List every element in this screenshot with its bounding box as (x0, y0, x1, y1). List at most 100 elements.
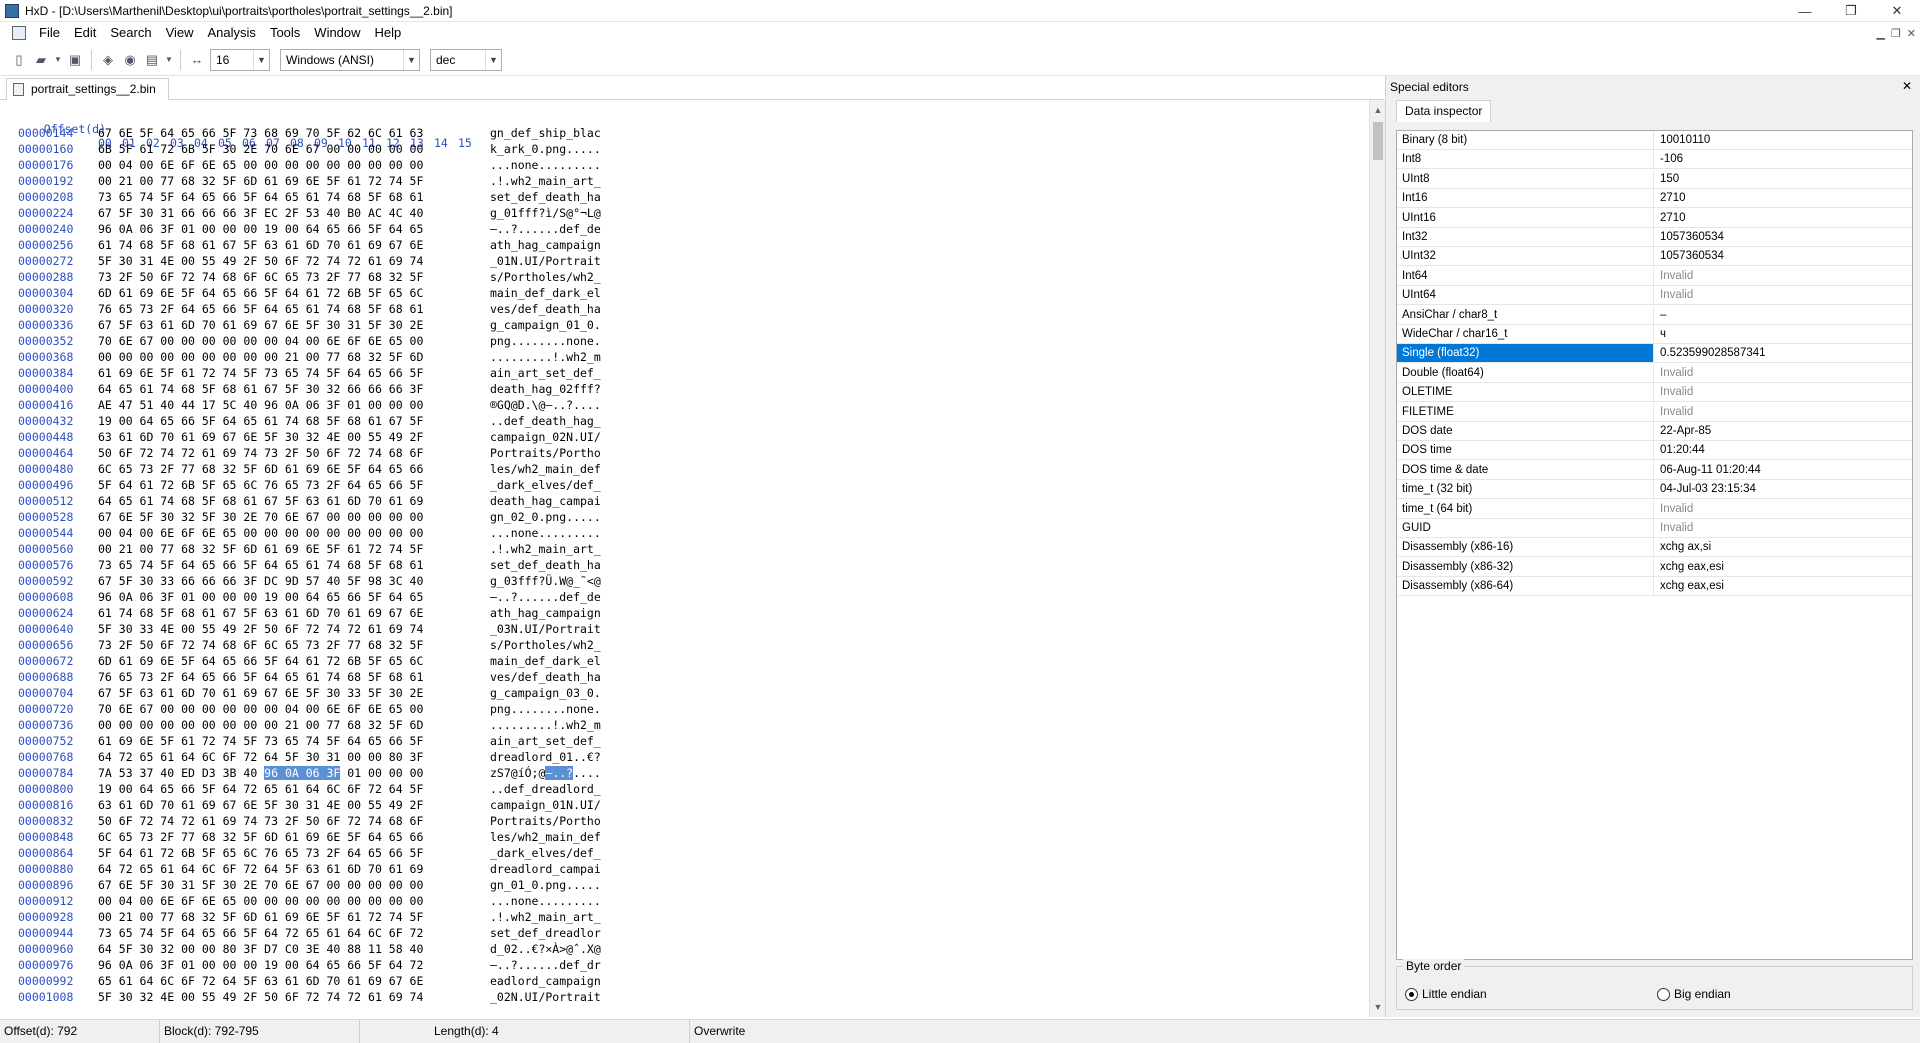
inspector-row[interactable]: GUID Invalid (1397, 519, 1912, 538)
ascii-text[interactable]: _02N.UI/Portrait (490, 990, 601, 1004)
inspector-value[interactable]: -106 (1655, 150, 1912, 168)
inspector-value[interactable]: 01:20:44 (1655, 441, 1912, 459)
tab-data-inspector[interactable]: Data inspector (1396, 100, 1492, 122)
save-icon[interactable]: ▣ (66, 51, 84, 69)
maximize-button[interactable]: ❐ (1828, 0, 1874, 22)
hex-bytes[interactable]: 96 0A 06 3F 01 00 00 00 19 00 64 65 66 5… (98, 222, 423, 236)
inspector-value[interactable]: 22-Apr-85 (1655, 422, 1912, 440)
ascii-text[interactable]: g_03fff?Ü.W@_˜<@ (490, 574, 601, 588)
inspector-row[interactable]: FILETIME Invalid (1397, 402, 1912, 422)
hex-bytes[interactable]: 63 61 6D 70 61 69 67 6E 5F 30 32 4E 00 5… (98, 430, 423, 444)
inspector-row[interactable]: Disassembly (x86-16) xchg ax,si (1397, 538, 1912, 558)
ascii-text[interactable]: _01N.UI/Portrait (490, 254, 601, 268)
inspector-value[interactable]: xchg eax,esi (1655, 577, 1912, 595)
charset-select[interactable]: Windows (ANSI) ▼ (280, 48, 420, 71)
ascii-text[interactable]: eadlord_campaign (490, 974, 601, 988)
ascii-text[interactable]: ves/def_death_ha (490, 670, 601, 684)
inspector-row[interactable]: UInt8 150 (1397, 169, 1912, 189)
hex-bytes[interactable]: 73 65 74 5F 64 65 66 5F 64 72 65 61 64 6… (98, 926, 423, 940)
hex-bytes[interactable]: 73 65 74 5F 64 65 66 5F 64 65 61 74 68 5… (98, 190, 423, 204)
hex-bytes[interactable]: AE 47 51 40 44 17 5C 40 96 0A 06 3F 01 0… (98, 398, 423, 412)
inspector-row[interactable]: DOS date 22-Apr-85 (1397, 422, 1912, 441)
hex-bytes[interactable]: 00 04 00 6E 6F 6E 65 00 00 00 00 00 00 0… (98, 158, 423, 172)
hex-bytes[interactable]: 76 65 73 2F 64 65 66 5F 64 65 61 74 68 5… (98, 302, 423, 316)
ascii-text[interactable]: ...none......... (490, 894, 601, 908)
menu-edit[interactable]: Edit (67, 22, 103, 44)
hex-bytes[interactable]: 00 00 00 00 00 00 00 00 00 21 00 77 68 3… (98, 718, 423, 732)
hex-bytes[interactable]: 6C 65 73 2F 77 68 32 5F 6D 61 69 6E 5F 6… (98, 462, 423, 476)
inspector-row[interactable]: Single (float32) 0.523599028587341 (1397, 344, 1912, 364)
hex-bytes[interactable]: 19 00 64 65 66 5F 64 65 61 74 68 5F 68 6… (98, 414, 423, 428)
tools-dropdown-icon[interactable]: ▼ (165, 51, 173, 69)
inspector-row[interactable]: Int32 1057360534 (1397, 228, 1912, 247)
scroll-down-icon[interactable]: ▼ (1370, 999, 1386, 1015)
hex-bytes[interactable]: 73 2F 50 6F 72 74 68 6F 6C 65 73 2F 77 6… (98, 270, 423, 284)
ascii-text[interactable]: Portraits/Portho (490, 814, 601, 828)
ascii-text[interactable]: set_def_death_ha (490, 558, 601, 572)
hex-bytes[interactable]: 5F 64 61 72 6B 5F 65 6C 76 65 73 2F 64 6… (98, 846, 423, 860)
inspector-value[interactable]: 1057360534 (1655, 247, 1912, 265)
ascii-text[interactable]: ...none......... (490, 526, 601, 540)
ascii-text[interactable]: –..?......def_de (490, 590, 601, 604)
ascii-text[interactable]: death_hag_campai (490, 494, 601, 508)
inspector-value[interactable]: Invalid (1655, 519, 1912, 537)
inspector-value[interactable]: xchg eax,esi (1655, 558, 1912, 576)
ascii-text[interactable]: ®GQ@D.\@–..?.... (490, 398, 601, 412)
inspector-value[interactable]: 150 (1655, 170, 1912, 188)
inspector-row[interactable]: Disassembly (x86-64) xchg eax,esi (1397, 577, 1912, 597)
menu-file[interactable]: File (32, 22, 67, 44)
inspector-value[interactable]: Invalid (1655, 286, 1912, 304)
ascii-text[interactable]: zS7@íÓ;@–..?.... (490, 766, 601, 780)
menu-view[interactable]: View (159, 22, 201, 44)
ascii-text[interactable]: ath_hag_campaign (490, 238, 601, 252)
ascii-text[interactable]: g_01fff?ì/S@°¬L@ (490, 206, 601, 220)
ascii-text[interactable]: s/Portholes/wh2_ (490, 270, 601, 284)
bytes-per-row-select[interactable]: 16 ▼ (210, 48, 270, 71)
ascii-text[interactable]: ..def_death_hag_ (490, 414, 601, 428)
ascii-text[interactable]: gn_def_ship_blac (490, 126, 601, 140)
ascii-text[interactable]: Portraits/Portho (490, 446, 601, 460)
ascii-text[interactable]: main_def_dark_el (490, 286, 601, 300)
hex-bytes[interactable]: 50 6F 72 74 72 61 69 74 73 2F 50 6F 72 7… (98, 446, 423, 460)
ascii-text[interactable]: campaign_01N.UI/ (490, 798, 601, 812)
hex-bytes[interactable]: 64 72 65 61 64 6C 6F 72 64 5F 63 61 6D 7… (98, 862, 423, 876)
hex-bytes[interactable]: 65 61 64 6C 6F 72 64 5F 63 61 6D 70 61 6… (98, 974, 423, 988)
inspector-value[interactable]: 10010110 (1655, 131, 1912, 149)
hex-bytes[interactable]: 64 65 61 74 68 5F 68 61 67 5F 30 32 66 6… (98, 382, 423, 396)
ascii-text[interactable]: –..?......def_dr (490, 958, 601, 972)
close-window-button[interactable]: ✕ (1874, 0, 1920, 22)
ascii-text[interactable]: .!.wh2_main_art_ (490, 910, 601, 924)
offset-base-select[interactable]: dec ▼ (430, 48, 502, 71)
hex-bytes[interactable]: 61 74 68 5F 68 61 67 5F 63 61 6D 70 61 6… (98, 606, 423, 620)
ascii-text[interactable]: png........none. (490, 334, 601, 348)
hex-bytes[interactable]: 73 2F 50 6F 72 74 68 6F 6C 65 73 2F 77 6… (98, 638, 423, 652)
status-mode[interactable]: Overwrite (690, 1020, 890, 1043)
scrollbar-thumb[interactable] (1373, 122, 1383, 160)
inspector-row[interactable]: DOS time & date 06-Aug-11 01:20:44 (1397, 460, 1912, 480)
hex-bytes[interactable]: 00 21 00 77 68 32 5F 6D 61 69 6E 5F 61 7… (98, 174, 423, 188)
ascii-text[interactable]: g_campaign_01_0. (490, 318, 601, 332)
hex-bytes[interactable]: 19 00 64 65 66 5F 64 72 65 61 64 6C 6F 7… (98, 782, 423, 796)
inspector-value[interactable]: Invalid (1655, 500, 1912, 518)
hex-bytes[interactable]: 67 5F 63 61 6D 70 61 69 67 6E 5F 30 31 5… (98, 318, 423, 332)
ascii-text[interactable]: campaign_02N.UI/ (490, 430, 601, 444)
hex-bytes[interactable]: 00 00 00 00 00 00 00 00 00 21 00 77 68 3… (98, 350, 423, 364)
hex-bytes[interactable]: 61 69 6E 5F 61 72 74 5F 73 65 74 5F 64 6… (98, 366, 423, 380)
ascii-text[interactable]: gn_01_0.png..... (490, 878, 601, 892)
hex-bytes[interactable]: 61 74 68 5F 68 61 67 5F 63 61 6D 70 61 6… (98, 238, 423, 252)
inspector-row[interactable]: UInt16 2710 (1397, 208, 1912, 228)
ascii-text[interactable]: ain_art_set_def_ (490, 366, 601, 380)
hex-bytes[interactable]: 00 21 00 77 68 32 5F 6D 61 69 6E 5F 61 7… (98, 542, 423, 556)
menu-help[interactable]: Help (368, 22, 409, 44)
ascii-text[interactable]: ...none......... (490, 158, 601, 172)
inspector-row[interactable]: Int16 2710 (1397, 189, 1912, 209)
inspector-value[interactable]: 06-Aug-11 01:20:44 (1655, 461, 1912, 479)
inspector-value[interactable]: Invalid (1655, 267, 1912, 285)
inspector-value[interactable]: 1057360534 (1655, 228, 1912, 246)
hex-bytes[interactable]: 7A 53 37 40 ED D3 3B 40 96 0A 06 3F 01 0… (98, 766, 423, 780)
hex-bytes[interactable]: 64 72 65 61 64 6C 6F 72 64 5F 30 31 00 0… (98, 750, 423, 764)
hex-bytes[interactable]: 73 65 74 5F 64 65 66 5F 64 65 61 74 68 5… (98, 558, 423, 572)
ascii-text[interactable]: death_hag_02fff? (490, 382, 601, 396)
hex-bytes[interactable]: 00 21 00 77 68 32 5F 6D 61 69 6E 5F 61 7… (98, 910, 423, 924)
ascii-text[interactable]: gn_02_0.png..... (490, 510, 601, 524)
